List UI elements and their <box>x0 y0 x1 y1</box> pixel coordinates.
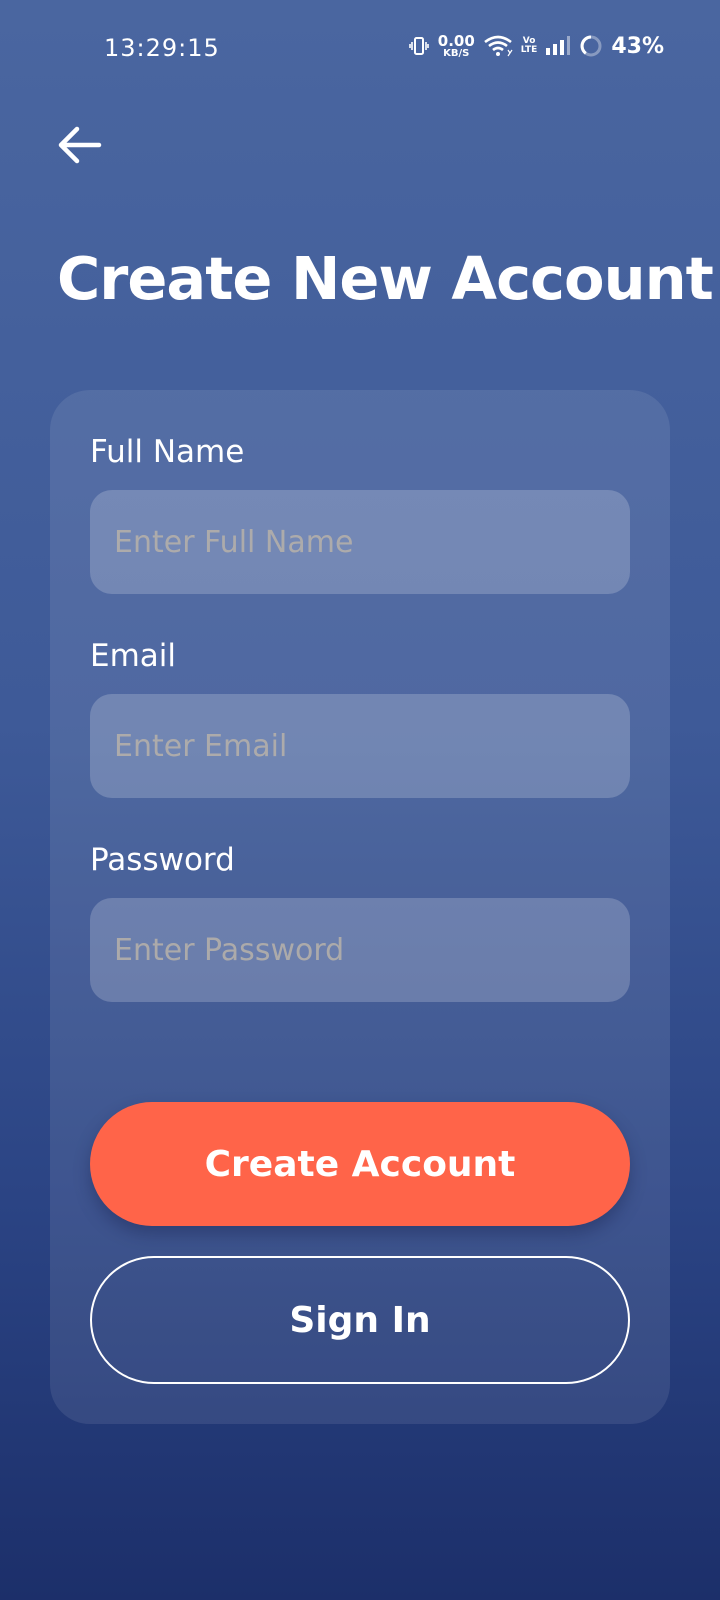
signup-form-card: Full Name Email Password Create Account … <box>50 390 670 1424</box>
arrow-left-icon <box>58 126 102 164</box>
status-time: 13:29:15 <box>104 34 220 62</box>
vibrate-icon <box>408 37 429 55</box>
status-bar: 13:29:15 0.00 KB/S Vo LTE 43% <box>0 0 720 96</box>
battery-level: 43% <box>611 33 664 59</box>
create-account-button[interactable]: Create Account <box>90 1102 630 1226</box>
page-title: Create New Account <box>57 244 714 313</box>
net-speed-value: 0.00 <box>437 31 475 50</box>
net-speed: 0.00 KB/S <box>437 31 475 59</box>
email-input[interactable] <box>90 694 630 798</box>
wifi-icon <box>483 35 513 57</box>
volte-indicator: Vo LTE <box>521 37 538 55</box>
full-name-input[interactable] <box>90 490 630 594</box>
battery-icon <box>580 35 602 57</box>
password-label: Password <box>90 842 235 878</box>
sign-in-button[interactable]: Sign In <box>90 1256 630 1384</box>
full-name-label: Full Name <box>90 434 245 470</box>
back-button[interactable] <box>52 118 106 172</box>
volte-bottom: LTE <box>520 45 538 55</box>
signal-icon <box>546 36 571 55</box>
email-label: Email <box>90 638 177 674</box>
password-input[interactable] <box>90 898 630 1002</box>
status-icons: 0.00 KB/S Vo LTE 43% <box>408 30 664 62</box>
net-speed-unit: KB/S <box>443 47 470 59</box>
